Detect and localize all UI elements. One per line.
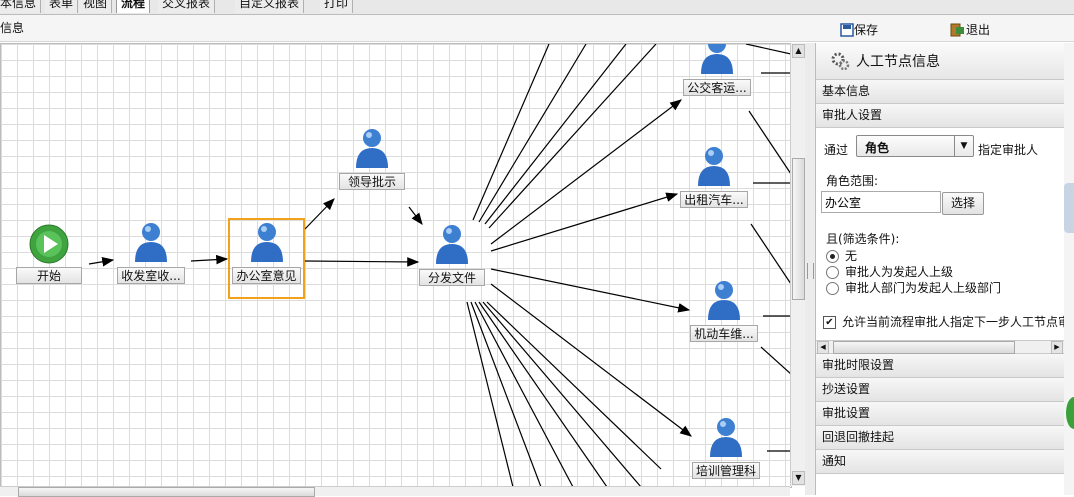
user-icon bbox=[710, 418, 742, 457]
filter-option-superior[interactable]: 审批人为发起人上级 bbox=[826, 263, 953, 280]
scroll-thumb[interactable] bbox=[18, 487, 315, 497]
section-notify[interactable]: 通知 bbox=[816, 450, 1065, 474]
section-approver-settings[interactable]: 审批人设置 bbox=[816, 104, 1065, 128]
flow-node-label: 培训管理科 bbox=[691, 462, 760, 479]
canvas-vertical-scrollbar[interactable]: ▲ ▼ bbox=[790, 43, 805, 486]
flow-node-leader[interactable]: 领导批示 bbox=[332, 126, 412, 190]
tab-view[interactable]: 视图 bbox=[79, 0, 113, 13]
section-approval-time-limit[interactable]: 审批时限设置 bbox=[816, 354, 1065, 378]
flow-node-label: 收发室收... bbox=[117, 267, 185, 284]
flow-node-label: 领导批示 bbox=[339, 173, 405, 190]
choose-role-button[interactable]: 选择 bbox=[942, 192, 984, 215]
checkmark-icon: ✔ bbox=[823, 316, 836, 329]
flow-node-bus[interactable]: 公交客运... bbox=[677, 44, 757, 96]
tab-print[interactable]: 打印 bbox=[320, 0, 354, 13]
play-icon bbox=[29, 224, 69, 264]
via-label: 通过 bbox=[824, 143, 849, 157]
exit-label: 退出 bbox=[966, 23, 991, 37]
flow-node-training[interactable]: 培训管理科 bbox=[686, 415, 766, 479]
radio-icon bbox=[826, 266, 839, 279]
user-icon bbox=[698, 147, 730, 186]
section-cc-settings[interactable]: 抄送设置 bbox=[816, 378, 1065, 402]
flow-node-label: 公交客运... bbox=[683, 79, 751, 96]
tab-bar: 本信息 表单 视图 流程 交叉报表 自定义报表 打印 bbox=[0, 0, 1074, 15]
window-edge bbox=[1064, 43, 1074, 495]
toolbar: 信息 保存 退出 bbox=[0, 15, 1074, 42]
gear-icon bbox=[831, 52, 850, 71]
user-icon bbox=[701, 44, 733, 74]
section-title: 信息 bbox=[0, 21, 25, 35]
radio-icon bbox=[826, 282, 839, 295]
flow-node-taxi[interactable]: 出租汽车... bbox=[674, 144, 754, 208]
tab-custom-report[interactable]: 自定义报表 bbox=[235, 0, 305, 13]
scroll-thumb[interactable] bbox=[792, 158, 805, 300]
collapse-handle[interactable] bbox=[1064, 183, 1074, 233]
scroll-right-icon[interactable]: ▶ bbox=[1051, 341, 1063, 354]
role-scope-label: 角色范围: bbox=[826, 174, 879, 188]
scroll-down-icon[interactable]: ▼ bbox=[792, 471, 805, 485]
approver-settings-body: 通过 角色 ▼ 指定审批人 角色范围: 选择 且(筛选条件): 无 审批人为发起… bbox=[816, 128, 1070, 341]
flow-node-label: 办公室意见 bbox=[232, 267, 301, 284]
user-icon bbox=[135, 223, 167, 262]
filter-label: 且(筛选条件): bbox=[826, 232, 900, 246]
radio-icon bbox=[826, 250, 839, 263]
scroll-up-icon[interactable]: ▲ bbox=[792, 44, 805, 58]
node-info-panel: 人工节点信息 基本信息 审批人设置 通过 角色 ▼ 指定审批人 角色范围: 选择… bbox=[815, 43, 1070, 495]
chevron-down-icon: ▼ bbox=[954, 136, 973, 156]
panel-horizontal-scrollbar[interactable]: ◀ ▶ bbox=[816, 341, 1065, 354]
flow-node-label: 分发文件 bbox=[419, 269, 485, 286]
tab-cross-report[interactable]: 交叉报表 bbox=[158, 0, 216, 13]
scroll-thumb[interactable] bbox=[833, 341, 1015, 354]
tab-form[interactable]: 表单 bbox=[45, 0, 79, 13]
filter-option-none[interactable]: 无 bbox=[826, 247, 857, 264]
status-indicator-icon bbox=[1066, 397, 1074, 429]
approver-type-value: 角色 bbox=[865, 141, 890, 155]
exit-button[interactable]: 退出 bbox=[950, 21, 990, 38]
exit-icon bbox=[950, 23, 964, 36]
user-icon bbox=[436, 225, 468, 264]
flow-node-label: 出租汽车... bbox=[680, 191, 748, 208]
flow-node-office[interactable]: 办公室意见 bbox=[228, 218, 305, 299]
flow-node-receive[interactable]: 收发室收... bbox=[111, 220, 191, 284]
section-rollback-suspend[interactable]: 回退回撤挂起 bbox=[816, 426, 1065, 450]
save-icon bbox=[840, 22, 854, 37]
approver-select-suffix: 指定审批人 bbox=[978, 143, 1039, 157]
save-button[interactable]: 保存 bbox=[840, 21, 878, 38]
flow-node-label: 机动车维... bbox=[690, 325, 758, 342]
filter-option-superior-dept[interactable]: 审批人部门为发起人上级部门 bbox=[826, 279, 1001, 296]
scroll-left-icon[interactable]: ◀ bbox=[817, 341, 829, 354]
role-scope-input[interactable] bbox=[821, 191, 941, 213]
allow-next-approver-checkbox[interactable]: ✔ 允许当前流程审批人指定下一步人工节点审 bbox=[823, 313, 1070, 330]
panel-header: 人工节点信息 bbox=[816, 43, 1065, 80]
tab-basic-info[interactable]: 本信息 bbox=[0, 0, 42, 13]
save-label: 保存 bbox=[854, 23, 879, 37]
panel-title: 人工节点信息 bbox=[856, 54, 940, 70]
panel-splitter[interactable] bbox=[805, 43, 815, 495]
section-approval-settings[interactable]: 审批设置 bbox=[816, 402, 1065, 426]
flow-node-distribute[interactable]: 分发文件 bbox=[412, 222, 492, 286]
tab-flow[interactable]: 流程 bbox=[116, 0, 151, 13]
approver-type-select[interactable]: 角色 ▼ bbox=[856, 135, 974, 157]
user-icon bbox=[356, 129, 388, 168]
user-icon bbox=[250, 223, 283, 262]
flow-node-motor[interactable]: 机动车维... bbox=[684, 278, 764, 342]
flow-canvas[interactable]: 开始 收发室收... 办公室意见 领导批示 分发文件 公交客运... 出租汽车.… bbox=[0, 43, 792, 488]
user-icon bbox=[708, 281, 740, 320]
flow-node-start[interactable]: 开始 bbox=[9, 224, 89, 284]
section-basic-info[interactable]: 基本信息 bbox=[816, 80, 1065, 104]
flow-node-label: 开始 bbox=[16, 267, 82, 284]
